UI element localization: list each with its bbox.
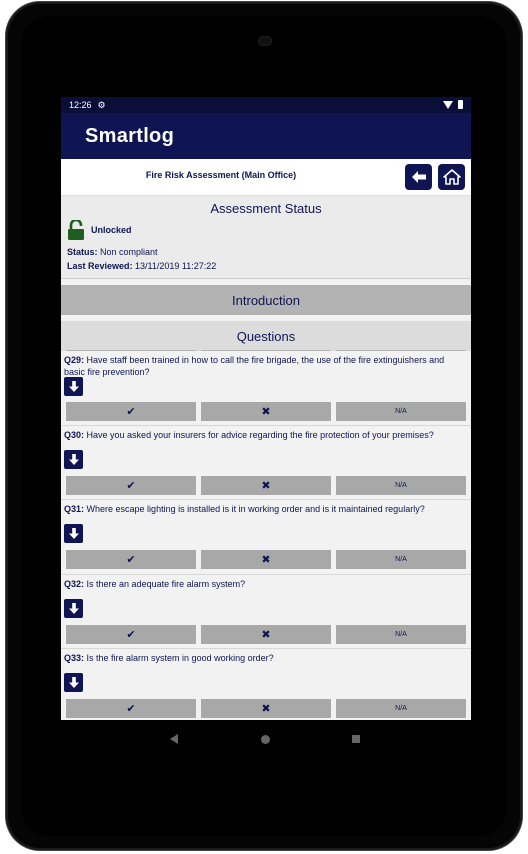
- answer-buttons: ✔ ✖ N/A: [66, 625, 466, 644]
- question-text: Q32: Is there an adequate fire alarm sys…: [64, 579, 246, 589]
- no-button[interactable]: ✖: [201, 699, 331, 718]
- question-item: Q30: Have you asked your insurers for ad…: [61, 426, 471, 500]
- no-button[interactable]: ✖: [201, 402, 331, 421]
- status-label: Status:: [67, 247, 98, 257]
- question-text: Q29: Have staff been trained in how to c…: [64, 355, 445, 377]
- battery-icon: [458, 100, 463, 109]
- arrow-down-icon: [68, 381, 79, 392]
- na-button[interactable]: N/A: [336, 476, 466, 495]
- lock-status[interactable]: Unlocked: [67, 220, 132, 240]
- no-button[interactable]: ✖: [201, 476, 331, 495]
- answer-buttons: ✔ ✖ N/A: [66, 550, 466, 569]
- status-value: Non compliant: [100, 247, 158, 257]
- unlocked-padlock-icon: [68, 220, 84, 240]
- wifi-icon: [443, 100, 453, 109]
- back-button[interactable]: [405, 164, 432, 190]
- assessment-status-panel: Assessment Status Unlocked Status: Non c…: [61, 196, 471, 279]
- yes-button[interactable]: ✔: [66, 699, 196, 718]
- expand-button[interactable]: [64, 450, 83, 469]
- question-text: Q30: Have you asked your insurers for ad…: [64, 430, 434, 440]
- page-title-bar: Fire Risk Assessment (Main Office): [61, 159, 471, 196]
- arrow-down-icon: [68, 454, 79, 465]
- expand-button[interactable]: [64, 524, 83, 543]
- app-screen: 12:26 ⚙ Smartlog Fire Risk Assessment (M…: [61, 97, 471, 720]
- gear-icon: ⚙: [97, 99, 106, 110]
- introduction-label: Introduction: [232, 292, 300, 308]
- question-item: Q31: Where escape lighting is installed …: [61, 500, 471, 575]
- questions-section[interactable]: Questions: [61, 321, 471, 353]
- android-nav-bar: [170, 732, 360, 746]
- arrow-left-icon: [411, 171, 426, 183]
- no-button[interactable]: ✖: [201, 625, 331, 644]
- na-button[interactable]: N/A: [336, 625, 466, 644]
- na-button[interactable]: N/A: [336, 402, 466, 421]
- yes-button[interactable]: ✔: [66, 550, 196, 569]
- answer-buttons: ✔ ✖ N/A: [66, 699, 466, 718]
- no-button[interactable]: ✖: [201, 550, 331, 569]
- question-item: Q32: Is there an adequate fire alarm sys…: [61, 575, 471, 649]
- arrow-down-icon: [68, 603, 79, 614]
- front-camera: [258, 36, 272, 46]
- expand-button[interactable]: [64, 377, 83, 396]
- last-reviewed-line: Last Reviewed: 13/11/2019 11:27:22: [67, 261, 216, 271]
- status-line: Status: Non compliant: [67, 247, 158, 257]
- expand-button[interactable]: [64, 599, 83, 618]
- question-text: Q33: Is the fire alarm system in good wo…: [64, 653, 274, 663]
- app-header: Smartlog: [61, 113, 471, 159]
- nav-recents-icon[interactable]: [352, 735, 360, 743]
- page-title: Fire Risk Assessment (Main Office): [145, 170, 297, 180]
- last-reviewed-label: Last Reviewed:: [67, 261, 133, 271]
- assessment-status-heading: Assessment Status: [210, 201, 322, 216]
- arrow-down-icon: [68, 528, 79, 539]
- question-item: Q29: Have staff been trained in how to c…: [61, 351, 471, 426]
- yes-button[interactable]: ✔: [66, 625, 196, 644]
- last-reviewed-value: 13/11/2019 11:27:22: [135, 261, 217, 271]
- nav-home-icon[interactable]: [260, 734, 270, 744]
- na-button[interactable]: N/A: [336, 550, 466, 569]
- clock: 12:26: [69, 100, 92, 110]
- introduction-section[interactable]: Introduction: [61, 285, 471, 315]
- answer-buttons: ✔ ✖ N/A: [66, 402, 466, 421]
- questions-label: Questions: [236, 328, 296, 344]
- home-icon: [442, 169, 461, 185]
- app-title: Smartlog: [85, 124, 175, 147]
- system-status-bar: 12:26 ⚙: [61, 97, 471, 113]
- question-item: Q33: Is the fire alarm system in good wo…: [61, 649, 471, 720]
- arrow-down-icon: [68, 677, 79, 688]
- question-text: Q31: Where escape lighting is installed …: [64, 504, 425, 514]
- nav-back-icon[interactable]: [170, 734, 178, 744]
- home-button[interactable]: [438, 164, 465, 190]
- yes-button[interactable]: ✔: [66, 402, 196, 421]
- expand-button[interactable]: [64, 673, 83, 692]
- answer-buttons: ✔ ✖ N/A: [66, 476, 466, 495]
- lock-label: Unlocked: [91, 225, 132, 235]
- na-button[interactable]: N/A: [336, 699, 466, 718]
- yes-button[interactable]: ✔: [66, 476, 196, 495]
